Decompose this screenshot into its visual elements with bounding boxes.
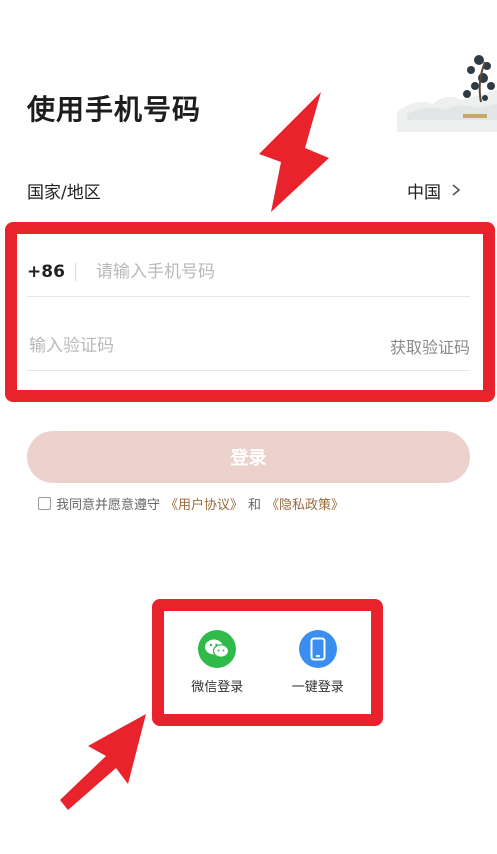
wechat-login-label: 微信登录 (191, 680, 244, 695)
agreement-prefix: 我同意并愿意遵守 (56, 498, 161, 513)
privacy-policy-link[interactable]: 《隐私政策》 (266, 494, 344, 513)
social-login-group: 微信登录 一键登录 (167, 614, 368, 711)
wechat-login[interactable]: 微信登录 (177, 630, 257, 695)
divider (75, 263, 76, 281)
phone-row: +86 (27, 248, 470, 297)
oneclick-login-label: 一键登录 (291, 680, 344, 695)
agreement-and: 和 (248, 498, 262, 513)
code-row: 获取验证码 (27, 322, 470, 371)
user-agreement-link[interactable]: 《用户协议》 (165, 494, 243, 513)
phone-input[interactable] (94, 261, 470, 283)
wechat-icon (198, 630, 237, 668)
agreement-row: 我同意并愿意遵守 《用户协议》和《隐私政策》 (38, 494, 344, 513)
country-code[interactable]: +86 (27, 262, 67, 282)
verification-code-input[interactable] (27, 335, 390, 357)
landscape-decoration (397, 55, 497, 132)
agreement-checkbox[interactable] (38, 497, 51, 510)
phone-icon (298, 630, 337, 668)
get-code-button[interactable]: 获取验证码 (390, 334, 470, 358)
region-value: 中国 (407, 182, 441, 203)
page-title: 使用手机号码 (27, 93, 202, 126)
region-label: 国家/地区 (27, 182, 101, 203)
arrow-icon (60, 714, 146, 810)
oneclick-login[interactable]: 一键登录 (278, 630, 358, 695)
chevron-right-icon (452, 184, 461, 196)
region-selector[interactable]: 国家/地区 中国 (27, 170, 463, 210)
login-button[interactable]: 登录 (27, 431, 470, 483)
